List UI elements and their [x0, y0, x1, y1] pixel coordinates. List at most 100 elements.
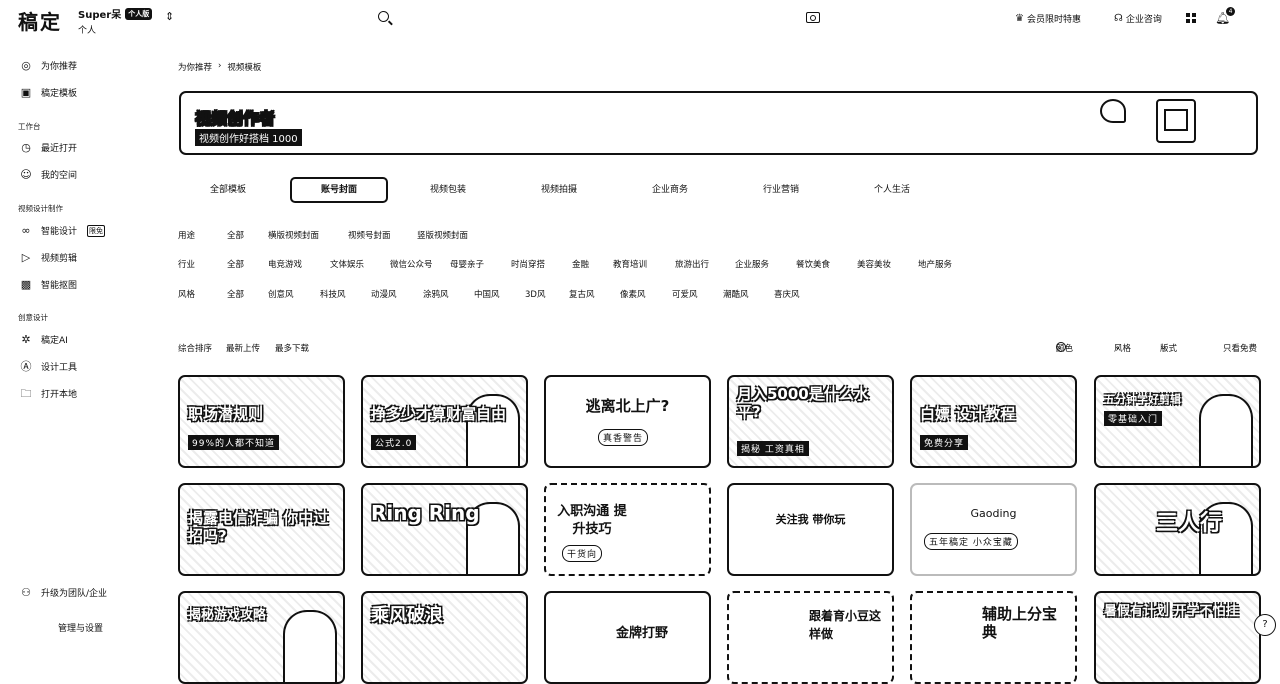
card-title: 揭秘游戏攻略 — [188, 608, 267, 623]
template-card[interactable]: 入职沟通 提升技巧 干货向 — [544, 483, 711, 576]
sidebar-item-recent[interactable]: ◷ 最近打开 — [20, 141, 77, 154]
chevron-up-down-icon[interactable]: ⇕ — [165, 10, 174, 23]
search-icon[interactable] — [378, 11, 389, 22]
sidebar-item-video-edit[interactable]: ▷ 视频剪辑 — [20, 251, 77, 264]
filter-option[interactable]: 潮酷风 — [723, 288, 749, 300]
template-card[interactable]: 白嫖 设计教程 免费分享 — [910, 375, 1077, 468]
template-card[interactable]: 职场潜规则 99%的人都不知道 — [178, 375, 345, 468]
filter-option[interactable]: 微信公众号 — [390, 258, 433, 270]
account-switcher[interactable]: Super呆 个人版 个人 — [78, 6, 153, 36]
template-card[interactable]: 金牌打野 — [544, 591, 711, 684]
free-tag: 限免 — [87, 224, 106, 237]
template-card[interactable]: 揭秘游戏攻略 — [178, 591, 345, 684]
filter-option[interactable]: 可爱风 — [672, 288, 698, 300]
brand-logo[interactable]: 稿定 — [18, 6, 62, 35]
tab-video-package[interactable]: 视频包装 — [398, 177, 498, 203]
sidebar-item-open-local[interactable]: 🗀 打开本地 — [20, 387, 78, 400]
breadcrumb: 为你推荐 › 视频模板 — [178, 61, 261, 73]
filter-option[interactable]: 涂鸦风 — [423, 288, 449, 300]
decoration-icon — [1100, 99, 1126, 123]
template-card[interactable]: 揭露电信诈骗 你中过招吗? — [178, 483, 345, 576]
sidebar-item-smart-design[interactable]: ∞ 智能设计 限免 — [20, 223, 106, 237]
filter-option[interactable]: 企业服务 — [735, 258, 769, 270]
filter-label: 用途 — [178, 231, 196, 241]
filter-option[interactable]: 创意风 — [268, 288, 294, 300]
sidebar-item-recommend[interactable]: ◎ 为你推荐 — [20, 59, 77, 72]
hero-banner[interactable]: 视频创作者 视频创作好搭档 1000 — [179, 91, 1258, 155]
template-card[interactable]: 辅助上分宝典 — [910, 591, 1077, 684]
tab-video-shoot[interactable]: 视频拍摄 — [509, 177, 609, 203]
template-card[interactable]: 乘风破浪 — [361, 591, 528, 684]
card-subtitle: 真香警告 — [598, 429, 649, 446]
template-card[interactable]: 暑假有计划 开学不怕挂 — [1094, 591, 1261, 684]
filter-option[interactable]: 全部 — [227, 288, 244, 300]
layout-filter-dropdown[interactable]: 版式 ⌄ — [1160, 342, 1177, 354]
filter-option[interactable]: 复古风 — [569, 288, 595, 300]
card-subtitle: 零基础入门 — [1104, 411, 1163, 426]
card-title: 入职沟通 提升技巧 — [557, 504, 627, 537]
filter-option[interactable]: 中国风 — [474, 288, 500, 300]
upgrade-team-link[interactable]: ⚇ 升级为团队/企业 — [20, 586, 107, 599]
infinity-icon: ∞ — [21, 223, 31, 237]
card-title: Gaoding — [970, 507, 1017, 520]
template-card[interactable]: 五分钟学好剪辑 零基础入门 — [1094, 375, 1261, 468]
manage-settings-link[interactable]: 管理与设置 — [58, 621, 103, 634]
filter-option[interactable]: 横版视频封面 — [268, 229, 319, 241]
filter-option[interactable]: 餐饮美食 — [796, 258, 830, 270]
sidebar-item-design-tools[interactable]: Ⓐ 设计工具 — [20, 360, 78, 373]
template-card[interactable]: 挣多少才算财富自由 公式2.0 — [361, 375, 528, 468]
sort-option[interactable]: 最多下载 — [275, 342, 309, 354]
template-card[interactable]: 月入5000是什么水平? 揭秘 工资真相 — [727, 375, 894, 468]
vip-offer-link[interactable]: ♛ 会员限时特惠 — [1015, 12, 1081, 25]
card-title: 揭露电信诈骗 你中过招吗? — [188, 509, 329, 545]
filter-option[interactable]: 像素风 — [620, 288, 646, 300]
sort-option[interactable]: 综合排序 — [178, 342, 212, 354]
help-button[interactable]: ? — [1254, 614, 1276, 636]
filter-option[interactable]: 3D风 — [525, 288, 545, 300]
template-card[interactable]: 跟着育小豆这样做 — [727, 591, 894, 684]
tab-business[interactable]: 企业商务 — [620, 177, 720, 203]
filter-option[interactable]: 金融 — [572, 258, 589, 270]
sort-option[interactable]: 最新上传 — [226, 342, 260, 354]
account-type: 个人 — [78, 26, 97, 36]
sidebar-item-gaoding-ai[interactable]: ✲ 稿定AI — [20, 333, 67, 346]
filter-option[interactable]: 旅游出行 — [675, 258, 709, 270]
filter-option[interactable]: 竖版视频封面 — [417, 229, 468, 241]
filter-option[interactable]: 教育培训 — [613, 258, 647, 270]
apps-grid-icon[interactable] — [1186, 13, 1196, 23]
banner-title: 视频创作者 — [194, 109, 276, 129]
sidebar-item-templates[interactable]: ▣ 稿定模板 — [20, 86, 77, 99]
filter-option[interactable]: 电竞游戏 — [268, 258, 302, 270]
filter-option[interactable]: 全部 — [227, 229, 244, 241]
card-title: 白嫖 设计教程 — [920, 405, 1016, 423]
filter-option[interactable]: 全部 — [227, 258, 244, 270]
filter-option[interactable]: 动漫风 — [371, 288, 397, 300]
filter-option[interactable]: 视频号封面 — [348, 229, 391, 241]
tab-personal-life[interactable]: 个人生活 — [842, 177, 942, 203]
section-title-workspace: 工作台 — [18, 122, 41, 131]
template-card[interactable]: 关注我 带你玩 — [727, 483, 894, 576]
template-card[interactable]: Gaoding 五年稿定 小众宝藏 — [910, 483, 1077, 576]
filter-option[interactable]: 时尚穿搭 — [511, 258, 545, 270]
enterprise-consult-link[interactable]: ☊ 企业咨询 — [1114, 12, 1162, 25]
sidebar-item-cutout[interactable]: ▩ 智能抠图 — [20, 278, 77, 291]
tab-all-templates[interactable]: 全部模板 — [178, 177, 278, 203]
sidebar-item-my-space[interactable]: ☺ 我的空间 — [20, 168, 77, 181]
breadcrumb-item[interactable]: 为你推荐 — [178, 61, 212, 73]
filter-option[interactable]: 喜庆风 — [774, 288, 800, 300]
style-filter-dropdown[interactable]: 风格 ⌄ — [1114, 342, 1131, 354]
template-card[interactable]: 三人行 — [1094, 483, 1261, 576]
filter-option[interactable]: 地产服务 — [918, 258, 952, 270]
free-only-toggle[interactable]: 只看免费 — [1223, 342, 1257, 354]
tab-account-cover[interactable]: 账号封面 — [290, 177, 388, 203]
filter-option[interactable]: 母婴亲子 — [450, 258, 484, 270]
filter-option[interactable]: 美容美妆 — [857, 258, 891, 270]
tab-industry-marketing[interactable]: 行业营销 — [731, 177, 831, 203]
template-icon: ▣ — [20, 85, 32, 99]
filter-option[interactable]: 科技风 — [320, 288, 346, 300]
camera-search-icon[interactable] — [806, 12, 820, 23]
filter-option[interactable]: 文体娱乐 — [330, 258, 364, 270]
template-card[interactable]: 逃离北上广? 真香警告 — [544, 375, 711, 468]
color-filter-dropdown[interactable]: 颜色 ⌄ — [1056, 342, 1073, 354]
template-card[interactable]: Ring Ring — [361, 483, 528, 576]
